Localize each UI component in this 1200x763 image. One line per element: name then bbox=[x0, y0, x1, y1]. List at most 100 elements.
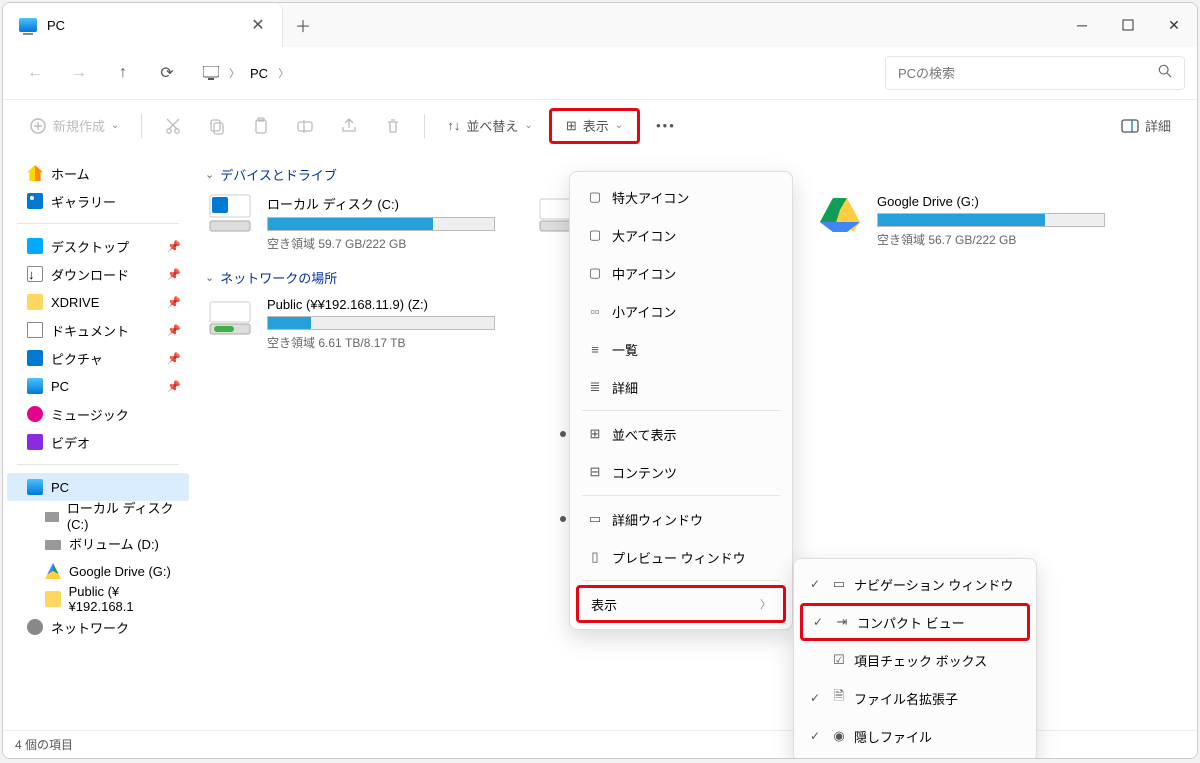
download-icon: ↓ bbox=[27, 266, 43, 282]
rename-icon bbox=[296, 117, 314, 135]
music-icon bbox=[27, 406, 43, 422]
new-tab-button[interactable]: ＋ bbox=[283, 3, 323, 47]
rename-button[interactable] bbox=[286, 108, 324, 144]
copy-button[interactable] bbox=[198, 108, 236, 144]
drive-local-c[interactable]: ローカル ディスク (C:) 空き領域 59.7 GB/222 GB bbox=[205, 194, 495, 252]
breadcrumb[interactable]: 〉 PC 〉 bbox=[191, 56, 301, 90]
menu-item-details[interactable]: ≣詳細 bbox=[576, 368, 786, 406]
drive-google[interactable]: Google Drive (G:) 空き領域 56.7 GB/222 GB bbox=[815, 194, 1105, 252]
disk-icon bbox=[45, 512, 59, 522]
sort-icon: ↑↓ bbox=[447, 118, 460, 133]
sort-button[interactable]: ↑↓ 並べ替え ⌄ bbox=[437, 108, 542, 144]
large-icon: ▢ bbox=[586, 227, 604, 243]
menu-item-file-extensions[interactable]: ✓🗎ファイル名拡張子 bbox=[800, 679, 1030, 717]
gallery-icon bbox=[27, 193, 43, 209]
sidebar-item-videos[interactable]: ビデオ bbox=[7, 428, 189, 456]
pin-icon: 📌 bbox=[167, 296, 181, 309]
status-text: 4 個の項目 bbox=[15, 736, 73, 753]
show-submenu: ✓▭ナビゲーション ウィンドウ ✓⇥コンパクト ビュー ☑項目チェック ボックス… bbox=[793, 558, 1037, 759]
forward-button[interactable]: → bbox=[59, 55, 99, 91]
checkbox-icon: ☑ bbox=[830, 652, 848, 668]
pin-icon: 📌 bbox=[167, 240, 181, 253]
menu-item-tiles[interactable]: ⊞並べて表示 bbox=[576, 415, 786, 453]
sidebar-item-desktop[interactable]: デスクトップ📌 bbox=[7, 232, 189, 260]
network-icon bbox=[27, 619, 43, 635]
preview-pane-icon: ▯ bbox=[586, 549, 604, 565]
chevron-down-icon: ⌄ bbox=[205, 271, 214, 284]
menu-item-item-checkboxes[interactable]: ☑項目チェック ボックス bbox=[800, 641, 1030, 679]
close-button[interactable]: ✕ bbox=[1151, 3, 1197, 47]
sidebar-item-music[interactable]: ミュージック bbox=[7, 400, 189, 428]
sidebar-item-volume-d[interactable]: ボリューム (D:) bbox=[7, 529, 189, 557]
menu-item-content[interactable]: ⊟コンテンツ bbox=[576, 453, 786, 491]
crumb-pc[interactable]: PC bbox=[250, 66, 268, 81]
new-button[interactable]: 新規作成 ⌄ bbox=[19, 108, 129, 144]
menu-item-list[interactable]: ≡一覧 bbox=[576, 330, 786, 368]
share-button[interactable] bbox=[330, 108, 368, 144]
cut-button[interactable] bbox=[154, 108, 192, 144]
folder-icon bbox=[27, 294, 43, 310]
details-pane-button[interactable]: 詳細 bbox=[1111, 108, 1181, 144]
sidebar-item-public[interactable]: Public (¥¥192.168.1 bbox=[7, 585, 189, 613]
tab-pc[interactable]: PC ✕ bbox=[3, 3, 283, 47]
view-button[interactable]: ⊞ 表示 ⌄ bbox=[549, 108, 640, 144]
sidebar-item-xdrive[interactable]: XDRIVE📌 bbox=[7, 288, 189, 316]
menu-item-medium-icons[interactable]: ▢中アイコン bbox=[576, 254, 786, 292]
address-bar: ← → ↑ ⟳ 〉 PC 〉 bbox=[3, 47, 1197, 99]
netdrive-icon bbox=[205, 297, 255, 337]
medium-icon: ▢ bbox=[586, 265, 604, 281]
sidebar-item-local-disk-c[interactable]: ローカル ディスク (C:) bbox=[7, 501, 189, 529]
refresh-button[interactable]: ⟳ bbox=[147, 55, 187, 91]
check-icon: ✓ bbox=[810, 577, 824, 591]
tiles-icon: ⊞ bbox=[586, 426, 604, 442]
menu-item-details-pane[interactable]: ▭詳細ウィンドウ bbox=[576, 500, 786, 538]
back-button[interactable]: ← bbox=[15, 55, 55, 91]
paste-button[interactable] bbox=[242, 108, 280, 144]
tab-title: PC bbox=[47, 18, 240, 33]
chevron-right-icon: 〉 bbox=[760, 596, 771, 612]
pc-icon bbox=[27, 479, 43, 495]
paste-icon bbox=[252, 117, 270, 135]
chevron-down-icon: ⌄ bbox=[524, 120, 532, 131]
delete-button[interactable] bbox=[374, 108, 412, 144]
menu-item-preview-pane[interactable]: ▯プレビュー ウィンドウ bbox=[576, 538, 786, 576]
menu-item-small-icons[interactable]: ▫▫小アイコン bbox=[576, 292, 786, 330]
menu-item-extra-large-icons[interactable]: ▢特大アイコン bbox=[576, 178, 786, 216]
menu-item-show-submenu[interactable]: 表示〉 bbox=[576, 585, 786, 623]
sidebar-item-gallery[interactable]: ギャラリー bbox=[7, 187, 189, 215]
sidebar-item-documents[interactable]: ドキュメント📌 bbox=[7, 316, 189, 344]
menu-item-compact-view[interactable]: ✓⇥コンパクト ビュー bbox=[800, 603, 1030, 641]
sidebar-item-network[interactable]: ネットワーク bbox=[7, 613, 189, 641]
dot-icon bbox=[560, 516, 566, 522]
minimize-button[interactable]: ─ bbox=[1059, 3, 1105, 47]
maximize-button[interactable] bbox=[1105, 3, 1151, 47]
details-pane-icon bbox=[1121, 117, 1139, 135]
pin-icon: 📌 bbox=[167, 352, 181, 365]
sidebar-item-pc-quick[interactable]: PC📌 bbox=[7, 372, 189, 400]
chevron-right-icon: 〉 bbox=[229, 65, 240, 81]
up-button[interactable]: ↑ bbox=[103, 55, 143, 91]
check-icon: ✓ bbox=[810, 691, 824, 705]
sidebar-item-downloads[interactable]: ↓ダウンロード📌 bbox=[7, 260, 189, 288]
content-icon: ⊟ bbox=[586, 464, 604, 480]
tab-close-icon[interactable]: ✕ bbox=[250, 15, 266, 35]
search-icon[interactable] bbox=[1158, 64, 1172, 83]
check-icon: ✓ bbox=[810, 729, 824, 743]
menu-item-navigation-pane[interactable]: ✓▭ナビゲーション ウィンドウ bbox=[800, 565, 1030, 603]
sidebar-item-home[interactable]: ホーム bbox=[7, 159, 189, 187]
sidebar-item-pc[interactable]: PC bbox=[7, 473, 189, 501]
nav-pane-icon: ▭ bbox=[830, 576, 848, 592]
home-icon bbox=[27, 165, 43, 181]
titlebar: PC ✕ ＋ ─ ✕ bbox=[3, 3, 1197, 47]
navigation-pane: ホーム ギャラリー デスクトップ📌 ↓ダウンロード📌 XDRIVE📌 ドキュメン… bbox=[3, 151, 193, 730]
drive-public-z[interactable]: Public (¥¥192.168.11.9) (Z:) 空き領域 6.61 T… bbox=[205, 297, 495, 351]
pc-icon bbox=[27, 378, 43, 394]
menu-item-large-icons[interactable]: ▢大アイコン bbox=[576, 216, 786, 254]
more-button[interactable]: ••• bbox=[646, 108, 686, 144]
sidebar-item-pictures[interactable]: ピクチャ📌 bbox=[7, 344, 189, 372]
search-box[interactable] bbox=[885, 56, 1185, 90]
compact-view-icon: ⇥ bbox=[833, 614, 851, 630]
menu-item-hidden-files[interactable]: ✓◉隠しファイル bbox=[800, 717, 1030, 755]
search-input[interactable] bbox=[898, 66, 1158, 81]
sidebar-item-google-drive[interactable]: Google Drive (G:) bbox=[7, 557, 189, 585]
